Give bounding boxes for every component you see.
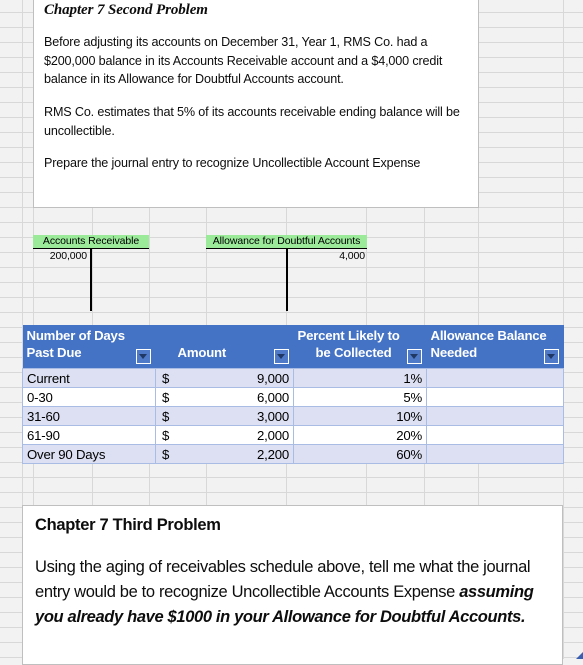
grid-row-line xyxy=(0,492,583,493)
filter-dropdown-icon[interactable] xyxy=(135,349,151,364)
cell-percent-collected: 10% xyxy=(293,406,427,426)
t-account-allowance-for-doubtful-accounts: Allowance for Doubtful Accounts 4,000 xyxy=(206,235,367,311)
column-header-line-2: be Collected xyxy=(315,345,392,360)
t-account-credit-value: 4,000 xyxy=(339,250,365,262)
cell-percent-collected: 5% xyxy=(293,387,427,407)
cell-percent-collected: 1% xyxy=(293,368,427,388)
cell-past-due: 31-60 xyxy=(22,406,156,426)
problem-2-paragraph-3: Prepare the journal entry to recognize U… xyxy=(44,156,421,171)
t-account-body: 4,000 xyxy=(206,249,367,311)
table-row: 0-30 $6,000 5% xyxy=(22,387,564,407)
t-account-debit-value: 200,000 xyxy=(49,250,87,262)
filter-dropdown-icon[interactable] xyxy=(273,349,289,364)
t-account-divider xyxy=(286,249,288,311)
cell-amount: $3,000 xyxy=(155,406,294,426)
column-header-line-1: Allowance Balance xyxy=(430,328,547,343)
aging-of-receivables-table: Number of Days Past Due Amount Percent L… xyxy=(22,325,564,464)
problem-2-paragraph-1: Before adjusting its accounts on Decembe… xyxy=(44,35,443,87)
cell-amount: $6,000 xyxy=(155,387,294,407)
currency-symbol: $ xyxy=(162,389,170,405)
table-row: Over 90 Days $2,200 60% xyxy=(22,444,564,464)
column-header-allowance-needed[interactable]: Allowance Balance Needed xyxy=(426,325,564,369)
column-header-line-2: Past Due xyxy=(26,345,82,360)
problem-3-title: Chapter 7 Third Problem xyxy=(35,516,221,534)
column-header-line-2: Amount xyxy=(177,345,227,360)
t-account-accounts-receivable: Accounts Receivable 200,000 xyxy=(33,235,149,311)
grid-row-line xyxy=(0,222,583,223)
t-account-title: Allowance for Doubtful Accounts xyxy=(206,235,367,249)
cell-allowance-needed xyxy=(426,444,564,464)
cell-past-due: Over 90 Days xyxy=(22,444,156,464)
currency-symbol: $ xyxy=(162,408,170,424)
cell-allowance-needed xyxy=(426,387,564,407)
cell-amount: $2,000 xyxy=(155,425,294,445)
column-header-percent-collected[interactable]: Percent Likely to be Collected xyxy=(293,325,427,369)
problem-2-paragraph-2: RMS Co. estimates that 5% of its account… xyxy=(44,104,460,138)
cell-allowance-needed xyxy=(426,425,564,445)
problem-3-textbox: Chapter 7 Third Problem Using the aging … xyxy=(22,505,563,665)
problem-3-body: Using the aging of receivables schedule … xyxy=(35,555,550,630)
column-header-line-2: Needed xyxy=(430,345,478,360)
grid-row-line xyxy=(0,477,583,478)
t-account-title: Accounts Receivable xyxy=(33,235,149,249)
currency-symbol: $ xyxy=(162,446,170,462)
cell-allowance-needed xyxy=(426,406,564,426)
table-row: 61-90 $2,000 20% xyxy=(22,425,564,445)
table-row: 31-60 $3,000 10% xyxy=(22,406,564,426)
table-resize-handle[interactable] xyxy=(576,652,583,659)
column-header-line-1 xyxy=(160,327,290,344)
cell-amount: $2,200 xyxy=(155,444,294,464)
column-header-past-due[interactable]: Number of Days Past Due xyxy=(22,325,156,369)
column-header-line-1: Percent Likely to xyxy=(297,328,400,343)
table-row: Current $9,000 1% xyxy=(22,368,564,388)
currency-symbol: $ xyxy=(162,370,170,386)
cell-percent-collected: 20% xyxy=(293,425,427,445)
t-account-divider xyxy=(90,249,92,311)
problem-2-textbox: Chapter 7 Second Problem Before adjustin… xyxy=(33,0,479,208)
cell-allowance-needed xyxy=(426,368,564,388)
column-header-line-1: Number of Days xyxy=(26,328,126,343)
filter-dropdown-icon[interactable] xyxy=(543,349,559,364)
grid-row-line xyxy=(0,312,583,313)
cell-past-due: Current xyxy=(22,368,156,388)
cell-past-due: 61-90 xyxy=(22,425,156,445)
t-account-body: 200,000 xyxy=(33,249,149,311)
cell-percent-collected: 60% xyxy=(293,444,427,464)
column-header-amount[interactable]: Amount xyxy=(155,325,294,369)
table-header-row: Number of Days Past Due Amount Percent L… xyxy=(22,325,564,369)
filter-dropdown-icon[interactable] xyxy=(406,349,422,364)
currency-symbol: $ xyxy=(162,427,170,443)
problem-2-title: Chapter 7 Second Problem xyxy=(44,2,208,18)
cell-amount: $9,000 xyxy=(155,368,294,388)
cell-past-due: 0-30 xyxy=(22,387,156,407)
problem-3-body-plain: Using the aging of receivables schedule … xyxy=(35,558,531,602)
